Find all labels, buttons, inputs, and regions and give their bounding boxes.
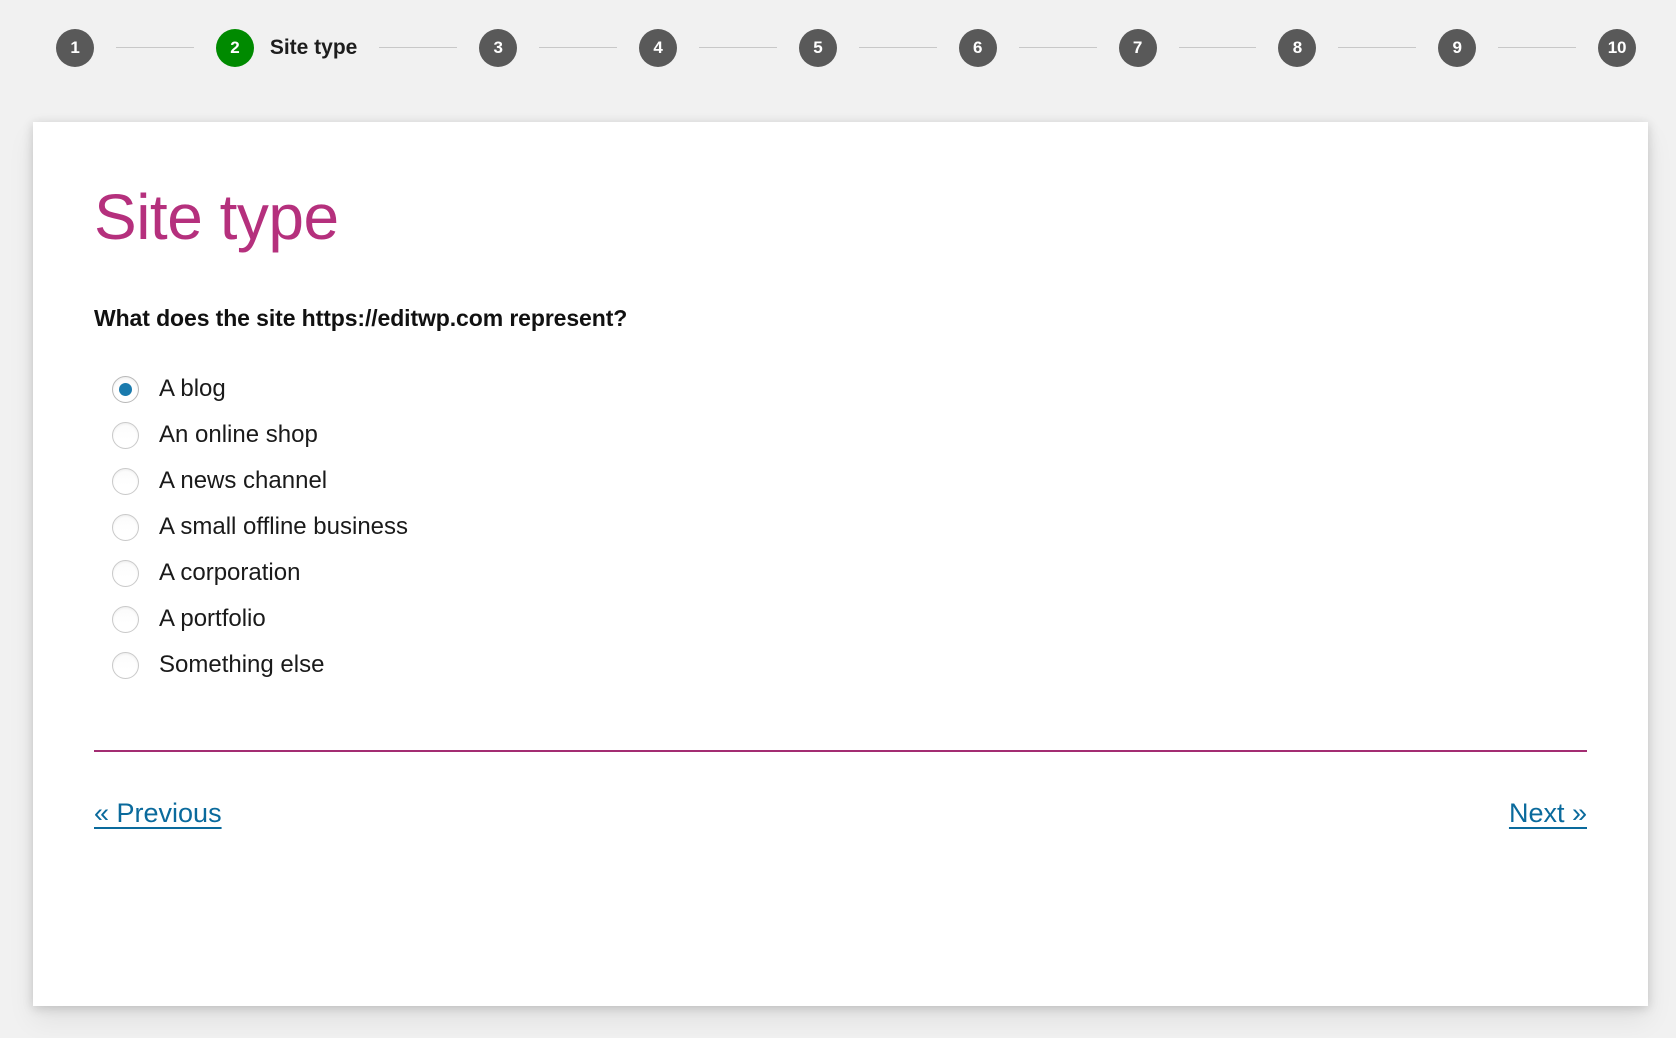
radio-option-label: An online shop — [159, 421, 318, 449]
radio-unselected-icon[interactable] — [112, 606, 139, 633]
radio-option[interactable]: A news channel — [94, 458, 1587, 504]
wizard-card-content: Site type What does the site https://edi… — [94, 184, 1587, 829]
question-text: What does the site https://editwp.com re… — [94, 305, 1587, 332]
stepper-step-8[interactable]: 8 — [1278, 29, 1316, 67]
stepper-step-2[interactable]: 2 Site type — [216, 29, 358, 67]
step-connector — [539, 47, 617, 48]
step-number-badge: 10 — [1598, 29, 1636, 67]
radio-unselected-icon[interactable] — [112, 468, 139, 495]
step-connector — [1179, 47, 1257, 48]
step-number-badge: 7 — [1119, 29, 1157, 67]
stepper-step-3[interactable]: 3 — [479, 29, 517, 67]
step-connector — [1498, 47, 1576, 48]
radio-option[interactable]: An online shop — [94, 412, 1587, 458]
section-divider — [94, 750, 1587, 752]
radio-unselected-icon[interactable] — [112, 514, 139, 541]
step-number-badge: 1 — [56, 29, 94, 67]
wizard-navigation: « Previous Next » — [94, 798, 1587, 829]
step-number-badge: 4 — [639, 29, 677, 67]
step-connector — [859, 47, 937, 48]
stepper-step-7[interactable]: 7 — [1119, 29, 1157, 67]
radio-option-label: Something else — [159, 651, 324, 679]
step-number-badge: 6 — [959, 29, 997, 67]
radio-option[interactable]: A small offline business — [94, 504, 1587, 550]
step-connector — [1338, 47, 1416, 48]
radio-unselected-icon[interactable] — [112, 422, 139, 449]
step-number-badge: 2 — [216, 29, 254, 67]
wizard-card: Site type What does the site https://edi… — [33, 122, 1648, 1006]
radio-selected-icon[interactable] — [112, 376, 139, 403]
radio-unselected-icon[interactable] — [112, 560, 139, 587]
radio-unselected-icon[interactable] — [112, 652, 139, 679]
step-number-badge: 9 — [1438, 29, 1476, 67]
stepper-step-1[interactable]: 1 — [56, 29, 94, 67]
wizard-stepper: 1 2 Site type 3 4 5 6 7 8 9 10 — [0, 0, 1676, 95]
step-connector — [1019, 47, 1097, 48]
site-type-radio-group: A blog An online shop A news channel A smal… — [94, 366, 1587, 688]
radio-option-label: A corporation — [159, 559, 300, 587]
stepper-step-10[interactable]: 10 — [1598, 29, 1636, 67]
radio-option-label: A small offline business — [159, 513, 408, 541]
step-connector — [699, 47, 777, 48]
stepper-step-6[interactable]: 6 — [959, 29, 997, 67]
radio-option[interactable]: A corporation — [94, 550, 1587, 596]
radio-option-label: A news channel — [159, 467, 327, 495]
radio-option[interactable]: Something else — [94, 642, 1587, 688]
step-connector — [379, 47, 457, 48]
step-connector — [116, 47, 194, 48]
stepper-step-5[interactable]: 5 — [799, 29, 837, 67]
radio-option-label: A blog — [159, 375, 226, 403]
step-number-badge: 5 — [799, 29, 837, 67]
step-label: Site type — [270, 36, 358, 60]
step-number-badge: 3 — [479, 29, 517, 67]
radio-option[interactable]: A portfolio — [94, 596, 1587, 642]
radio-option[interactable]: A blog — [94, 366, 1587, 412]
next-link[interactable]: Next » — [1509, 798, 1587, 829]
radio-option-label: A portfolio — [159, 605, 266, 633]
page-title: Site type — [94, 184, 1587, 251]
stepper-step-9[interactable]: 9 — [1438, 29, 1476, 67]
stepper-step-4[interactable]: 4 — [639, 29, 677, 67]
step-number-badge: 8 — [1278, 29, 1316, 67]
previous-link[interactable]: « Previous — [94, 798, 222, 829]
